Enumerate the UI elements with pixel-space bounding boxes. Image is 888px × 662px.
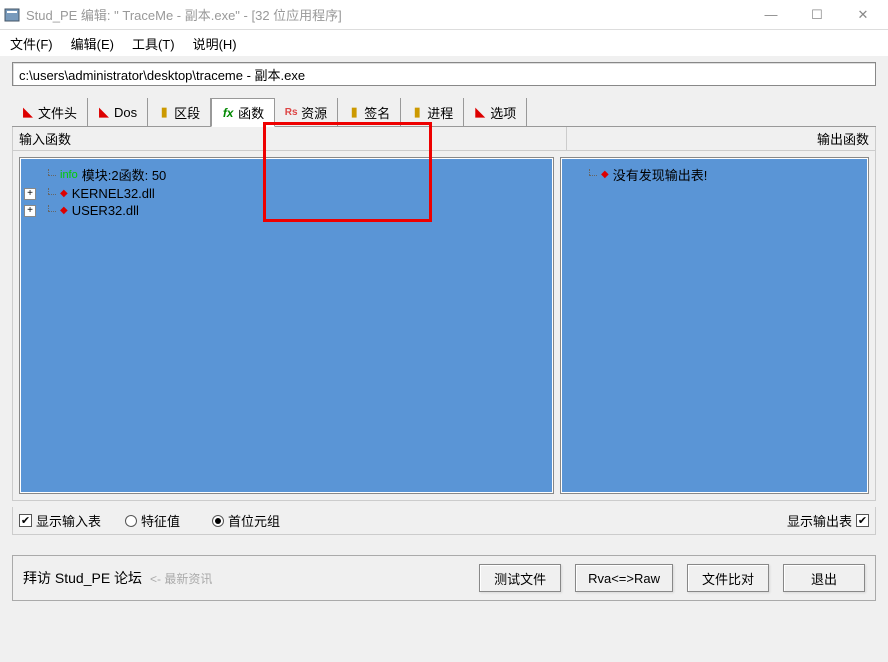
menu-edit[interactable]: 编辑(E) (71, 34, 114, 53)
test-file-button[interactable]: 测试文件 (479, 564, 561, 592)
file-path-input[interactable] (12, 62, 876, 86)
import-panel-header: 输入函数 (12, 127, 567, 151)
tab-label: 区段 (174, 103, 200, 122)
tab-label: 进程 (427, 103, 453, 122)
tab-label: 文件头 (38, 103, 77, 122)
import-tree[interactable]: info 模块:2函数: 50 + ◆ KERNEL32.dll + ◆ USE… (19, 157, 554, 494)
diamond-icon: ◆ (601, 169, 609, 180)
rs-icon: Rs (285, 106, 297, 118)
maximize-button[interactable]: ☐ (794, 1, 840, 29)
minimize-button[interactable]: — (748, 1, 794, 29)
tree-item-label: USER32.dll (72, 203, 139, 218)
diamond-icon: ◆ (60, 188, 68, 199)
tab-label: 资源 (301, 103, 327, 122)
tab-dos[interactable]: ◣ Dos (88, 98, 148, 126)
tab-file-header[interactable]: ◣ 文件头 (12, 98, 88, 126)
radio-icon (125, 515, 137, 527)
function-panels: info 模块:2函数: 50 + ◆ KERNEL32.dll + ◆ USE… (12, 151, 876, 501)
tabbar: ◣ 文件头 ◣ Dos ▮ 区段 fx 函数 Rs 资源 ▮ 签名 ▮ 进程 ◣… (12, 98, 876, 126)
fx-icon: fx (222, 107, 234, 119)
flag-icon: ▮ (348, 106, 360, 118)
tab-label: 选项 (490, 103, 516, 122)
first-byte-radio[interactable]: 首位元组 (212, 511, 280, 530)
radio-group: 特征值 首位元组 (125, 511, 280, 530)
show-import-checkbox[interactable]: ✔ 显示输入表 (19, 511, 101, 530)
close-button[interactable]: ✕ (840, 1, 886, 29)
menu-file[interactable]: 文件(F) (10, 34, 53, 53)
tab-label: Dos (114, 105, 137, 120)
tab-functions[interactable]: fx 函数 (211, 98, 275, 127)
checkbox-icon: ✔ (19, 514, 32, 527)
flag-icon: ◣ (22, 106, 34, 118)
file-compare-button[interactable]: 文件比对 (687, 564, 769, 592)
show-export-checkbox[interactable]: 显示输出表 ✔ (787, 511, 869, 530)
no-export-label: 没有发现输出表! (613, 165, 708, 184)
tree-item[interactable]: + ◆ USER32.dll (24, 202, 549, 219)
window-controls: — ☐ ✕ (748, 1, 886, 29)
export-tree[interactable]: ◆ 没有发现输出表! (560, 157, 869, 494)
menu-tools[interactable]: 工具(T) (132, 34, 175, 53)
menubar: 文件(F) 编辑(E) 工具(T) 说明(H) (0, 30, 888, 56)
radio-label: 特征值 (141, 511, 180, 530)
flag-icon: ◣ (98, 106, 110, 118)
info-icon: info (60, 169, 78, 181)
exit-button[interactable]: 退出 (783, 564, 865, 592)
tab-resources[interactable]: Rs 资源 (275, 98, 338, 126)
checkbox-icon: ✔ (856, 514, 869, 527)
checkbox-label: 显示输出表 (787, 511, 852, 530)
menu-help[interactable]: 说明(H) (193, 34, 237, 53)
tree-item[interactable]: + ◆ KERNEL32.dll (24, 185, 549, 202)
rva-raw-button[interactable]: Rva<=>Raw (575, 564, 673, 592)
tree-item-label: KERNEL32.dll (72, 186, 155, 201)
expand-icon[interactable]: + (24, 205, 36, 217)
visit-forum-label: 拜访 Stud_PE 论坛 (23, 568, 142, 588)
tree-root-label: 模块:2函数: 50 (82, 165, 167, 184)
flag-icon: ▮ (158, 106, 170, 118)
export-panel-header: 输出函数 (567, 127, 876, 151)
app-icon (2, 5, 22, 25)
feature-value-radio[interactable]: 特征值 (125, 511, 180, 530)
diamond-icon: ◆ (60, 205, 68, 216)
tree-root[interactable]: info 模块:2函数: 50 (24, 164, 549, 185)
tab-options[interactable]: ◣ 选项 (464, 98, 527, 126)
controls-row: ✔ 显示输入表 特征值 首位元组 显示输出表 ✔ (12, 507, 876, 535)
tab-sections[interactable]: ▮ 区段 (148, 98, 211, 126)
tab-signature[interactable]: ▮ 签名 (338, 98, 401, 126)
tree-root[interactable]: ◆ 没有发现输出表! (565, 164, 864, 185)
titlebar: Stud_PE 编辑: " TraceMe - 副本.exe" - [32 位应… (0, 0, 888, 30)
radio-label: 首位元组 (228, 511, 280, 530)
flag-icon: ▮ (411, 106, 423, 118)
tab-process[interactable]: ▮ 进程 (401, 98, 464, 126)
radio-icon (212, 515, 224, 527)
checkbox-label: 显示输入表 (36, 511, 101, 530)
news-link[interactable]: <- 最新资讯 (150, 570, 212, 587)
tab-label: 签名 (364, 103, 390, 122)
flag-icon: ◣ (474, 106, 486, 118)
expand-icon[interactable]: + (24, 188, 36, 200)
tab-label: 函数 (238, 103, 264, 122)
window-title: Stud_PE 编辑: " TraceMe - 副本.exe" - [32 位应… (26, 5, 748, 24)
path-toolbar (0, 56, 888, 88)
footer-bar: 拜访 Stud_PE 论坛 <- 最新资讯 测试文件 Rva<=>Raw 文件比… (12, 555, 876, 601)
panel-headers: 输入函数 输出函数 (12, 126, 876, 151)
